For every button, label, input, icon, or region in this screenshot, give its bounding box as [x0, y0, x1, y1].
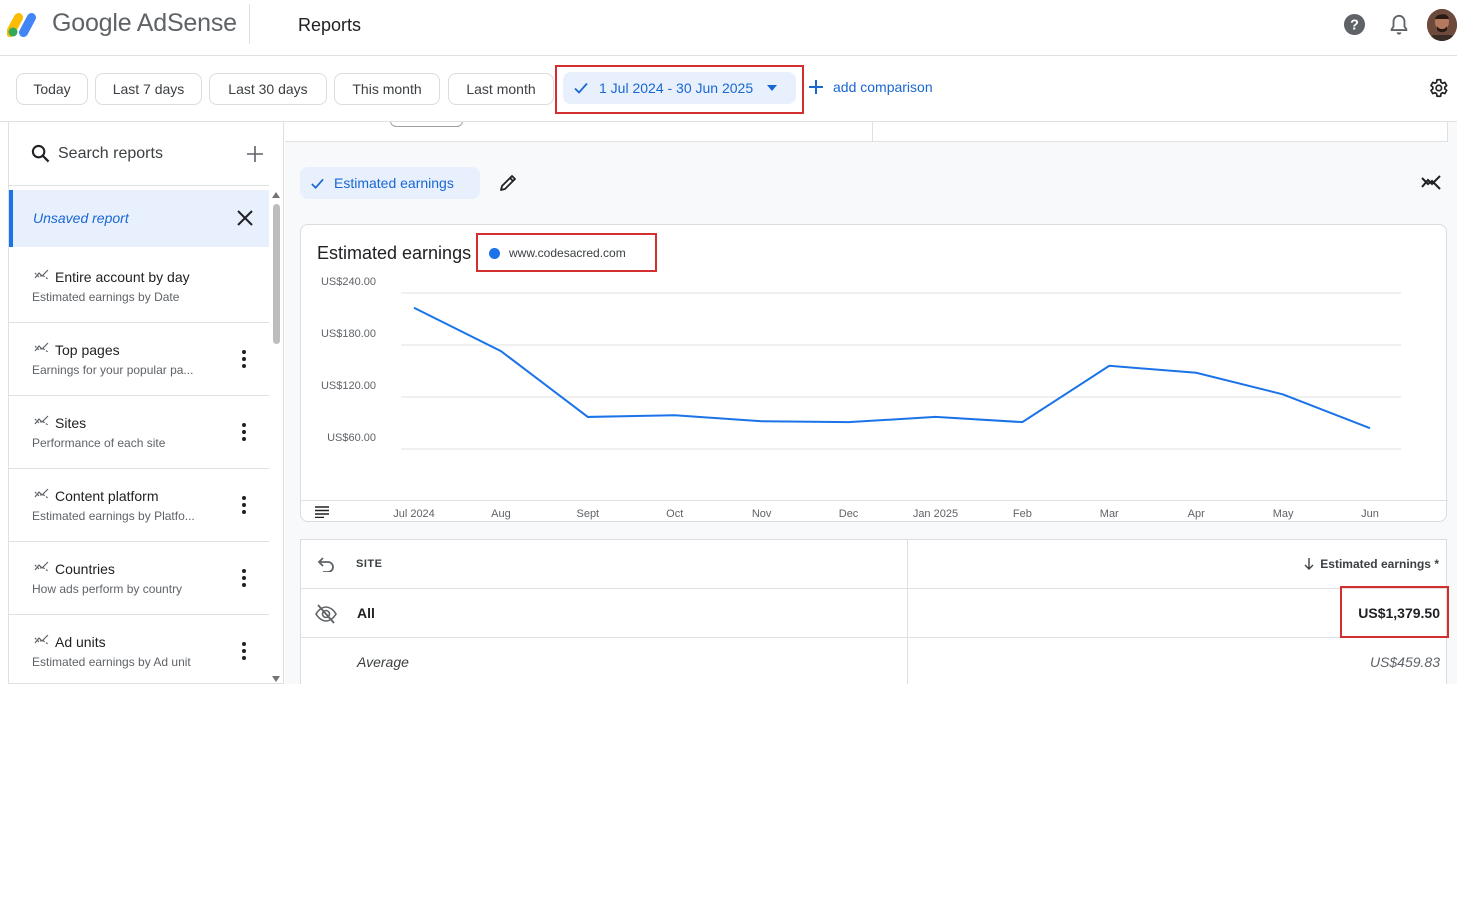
scorecard-pill[interactable]: [390, 122, 463, 127]
report-subtitle: How ads perform by country: [32, 582, 183, 596]
table-row: Average US$459.83: [301, 638, 1448, 684]
row-average-label: Average: [357, 654, 409, 670]
report-title: Entire account by day: [55, 269, 190, 285]
sidebar-report-item[interactable]: Top pages Earnings for your popular pa...: [9, 323, 269, 396]
column-header-site[interactable]: SITE: [356, 558, 382, 570]
notifications-bell-icon[interactable]: [1388, 13, 1410, 37]
chip-today[interactable]: Today: [16, 73, 88, 105]
report-trend-icon: [34, 415, 49, 426]
check-icon: [311, 178, 324, 189]
chart-footer: [301, 500, 1448, 522]
sidebar-report-item[interactable]: Sites Performance of each site: [9, 396, 269, 469]
row-all-label: All: [357, 605, 375, 621]
report-title: Top pages: [55, 342, 120, 358]
add-report-plus-icon[interactable]: [247, 146, 263, 162]
visibility-off-icon[interactable]: [315, 604, 337, 624]
strip-divider: [1447, 122, 1448, 142]
report-subtitle: Estimated earnings by Date: [32, 290, 180, 304]
unsaved-report-item[interactable]: Unsaved report: [9, 190, 269, 247]
settings-gear-icon[interactable]: [1427, 77, 1449, 99]
check-icon: [574, 82, 588, 94]
report-subtitle: Estimated earnings by Platfo...: [32, 509, 195, 523]
search-icon: [31, 144, 50, 163]
sort-down-arrow-icon: [1304, 558, 1314, 570]
table-row[interactable]: All US$1,379.50: [301, 589, 1448, 638]
row-all-value: US$1,379.50: [1358, 605, 1440, 621]
report-trend-icon: [34, 561, 49, 572]
y-tick-label: US$120.00: [321, 380, 376, 392]
more-vert-icon[interactable]: [239, 641, 249, 661]
table-header-row: SITE Estimated earnings *: [301, 540, 1448, 589]
undo-icon[interactable]: [317, 556, 335, 572]
more-vert-icon[interactable]: [239, 422, 249, 442]
date-filter-bar: Today Last 7 days Last 30 days This mont…: [0, 57, 1457, 122]
report-main-panel: Estimated earnings Estimated earnings ww…: [285, 122, 1457, 684]
report-title: Ad units: [55, 634, 106, 650]
add-comparison-button[interactable]: add comparison: [809, 79, 933, 95]
date-range-label: 1 Jul 2024 - 30 Jun 2025: [599, 80, 754, 96]
series-line[interactable]: [413, 306, 1371, 430]
strip-divider: [872, 122, 873, 142]
search-reports-row: [9, 122, 269, 186]
report-trend-icon: [34, 342, 49, 353]
site-earnings-table: SITE Estimated earnings * All US$1,379.5…: [300, 539, 1448, 684]
chip-this-month[interactable]: This month: [334, 73, 440, 105]
chart-type-trend-icon[interactable]: [1421, 174, 1441, 190]
table-view-menu-icon[interactable]: [315, 506, 329, 518]
report-trend-icon: [34, 269, 49, 280]
report-trend-icon: [34, 488, 49, 499]
metric-chip-estimated-earnings[interactable]: Estimated earnings: [300, 167, 480, 199]
report-trend-icon: [34, 634, 49, 645]
earnings-line-chart: US$240.00US$180.00US$120.00US$60.00Jul 2…: [321, 276, 1401, 520]
sidebar-report-item[interactable]: Content platform Estimated earnings by Pl…: [9, 469, 269, 542]
y-tick-label: US$60.00: [327, 432, 376, 444]
add-comparison-label: add comparison: [833, 79, 933, 95]
brand-name: Google AdSense: [52, 9, 237, 37]
column-header-estimated-earnings[interactable]: Estimated earnings *: [1304, 557, 1439, 571]
page-title: Reports: [298, 15, 362, 35]
chip-last-30-days[interactable]: Last 30 days: [209, 73, 327, 105]
y-tick-label: US$180.00: [321, 328, 376, 340]
row-average-value: US$459.83: [1369, 654, 1440, 670]
earnings-chart-card: Estimated earnings www.codesacred.com US…: [300, 224, 1448, 522]
plus-icon: [809, 80, 823, 94]
top-app-bar: Google AdSense Reports ?: [0, 0, 1457, 56]
dropdown-caret-icon: [767, 85, 778, 91]
more-vert-icon[interactable]: [239, 349, 249, 369]
column-divider: [907, 540, 908, 684]
sidebar-report-item[interactable]: Countries How ads perform by country: [9, 542, 269, 615]
search-reports-input[interactable]: [58, 142, 238, 166]
report-subtitle: Estimated earnings by Ad unit: [32, 655, 191, 669]
sidebar-scroll-thumb[interactable]: [273, 204, 280, 344]
close-icon[interactable]: [237, 210, 253, 226]
account-avatar[interactable]: [1427, 9, 1457, 41]
adsense-logo-icon[interactable]: [7, 10, 43, 38]
y-tick-label: US$240.00: [321, 276, 376, 288]
svg-text:?: ?: [1350, 17, 1359, 33]
report-title: Countries: [55, 561, 115, 577]
scorecard-strip: [285, 122, 1448, 142]
metric-chip-label: Estimated earnings: [334, 175, 454, 191]
unsaved-report-label: Unsaved report: [33, 210, 129, 226]
report-subtitle: Performance of each site: [32, 436, 166, 450]
column-header-earnings-label: Estimated earnings *: [1320, 557, 1439, 571]
more-vert-icon[interactable]: [239, 568, 249, 588]
chip-last-7-days[interactable]: Last 7 days: [95, 73, 202, 105]
header-divider: [249, 4, 250, 44]
more-vert-icon[interactable]: [239, 495, 249, 515]
help-icon[interactable]: ?: [1343, 13, 1366, 36]
report-subtitle: Earnings for your popular pa...: [32, 363, 194, 377]
report-title: Content platform: [55, 488, 159, 504]
edit-pencil-icon[interactable]: [498, 173, 518, 193]
sidebar-report-item[interactable]: Ad units Estimated earnings by Ad unit: [9, 615, 269, 683]
reports-sidebar: Unsaved report Entire account by day Esti…: [8, 122, 284, 684]
sidebar-report-item[interactable]: Entire account by day Estimated earnings …: [9, 250, 269, 323]
chip-last-month[interactable]: Last month: [448, 73, 554, 105]
date-range-selector[interactable]: 1 Jul 2024 - 30 Jun 2025: [563, 72, 796, 104]
report-title: Sites: [55, 415, 87, 431]
